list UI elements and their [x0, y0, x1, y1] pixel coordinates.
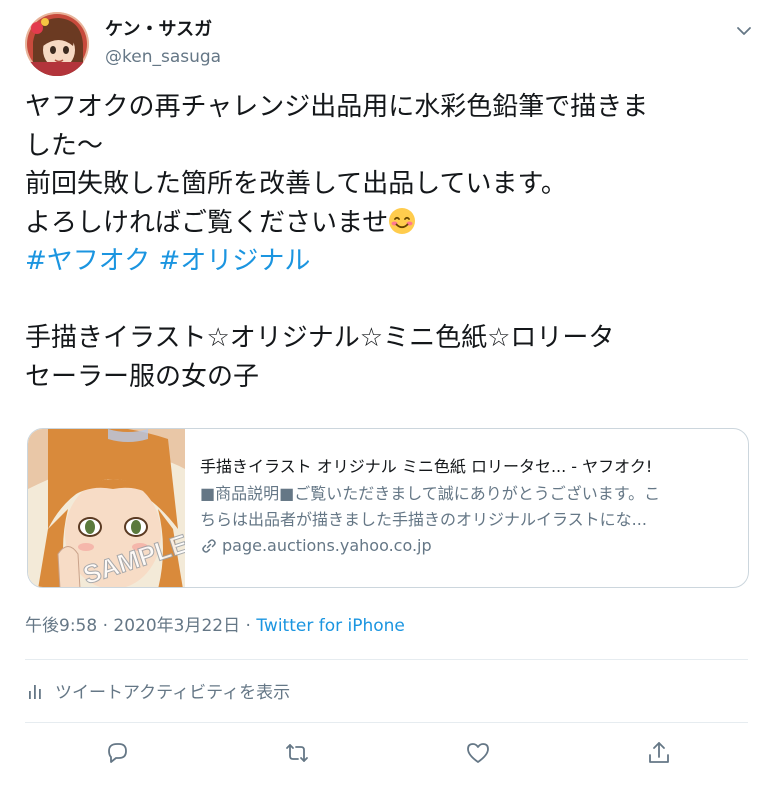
tweet-line: セーラー服の女の子 [25, 361, 260, 392]
smiling-face-with-blush-emoji [389, 207, 416, 234]
tweet-source-link[interactable]: Twitter for iPhone [256, 616, 405, 636]
link-preview-card[interactable]: SAMPLE 手描きイラスト オリジナル ミニ色紙 ロリータセ... - ヤフオ… [27, 428, 749, 588]
hashtag-line: #ヤフオク #オリジナル [25, 242, 750, 281]
avatar[interactable] [25, 12, 89, 76]
hashtag-link[interactable]: #オリジナル [159, 246, 311, 276]
tweet-time[interactable]: 午後9:58 [25, 616, 97, 636]
chevron-down-icon[interactable] [733, 20, 755, 42]
tweet-activity-link[interactable]: ツイートアクティビティを表示 [27, 678, 290, 703]
card-title: 手描きイラスト オリジナル ミニ色紙 ロリータセ... - ヤフオク! [200, 457, 653, 476]
card-url-text: page.auctions.yahoo.co.jp [222, 536, 432, 555]
card-thumbnail: SAMPLE [28, 429, 185, 587]
tweet-line-with-emoji: よろしければご覧くださいませ [25, 204, 750, 243]
share-icon[interactable] [644, 738, 674, 768]
tweet-line: よろしければご覧くださいませ [25, 207, 389, 238]
divider [25, 722, 748, 723]
user-names: ケン・サスガ @ken_sasuga [105, 18, 221, 70]
bar-chart-icon [29, 684, 41, 699]
card-body: 手描きイラスト オリジナル ミニ色紙 ロリータセ... - ヤフオク! ■商品説… [200, 455, 740, 559]
divider [25, 659, 748, 660]
card-url: page.auctions.yahoo.co.jp [200, 533, 740, 559]
tweet-line: した～ [25, 130, 104, 161]
tweet-date[interactable]: 2020年3月22日 [113, 616, 240, 636]
tweet-text: ヤフオクの再チャレンジ出品用に水彩色鉛筆で描きま した～ 前回失敗した箇所を改善… [25, 88, 750, 396]
action-bar [0, 738, 768, 772]
card-description-line: ちらは出品者が描きました手描きのオリジナルイラストにな... [200, 510, 647, 529]
tweet-header: ケン・サスガ @ken_sasuga [25, 12, 755, 78]
link-icon [202, 539, 216, 553]
meta-separator: · [240, 616, 257, 636]
tweet-meta: 午後9:58 · 2020年3月22日 · Twitter for iPhone [25, 614, 405, 638]
card-description-line: ■商品説明■ご覧いただきまして誠にありがとうございます。こ [200, 484, 661, 503]
meta-separator: · [97, 616, 114, 636]
card-description: ■商品説明■ご覧いただきまして誠にありがとうございます。こ ちらは出品者が描きま… [200, 481, 740, 533]
tweet-line: ヤフオクの再チャレンジ出品用に水彩色鉛筆で描きま [25, 92, 649, 122]
tweet-line: 前回失敗した箇所を改善して出品しています。 [25, 169, 567, 199]
tweet-line: 手描きイラスト☆オリジナル☆ミニ色紙☆ロリータ [25, 323, 615, 353]
user-handle[interactable]: @ken_sasuga [105, 44, 221, 70]
reply-icon[interactable] [102, 738, 132, 768]
display-name[interactable]: ケン・サスガ [105, 18, 221, 42]
retweet-icon[interactable] [282, 738, 312, 768]
heart-icon[interactable] [463, 738, 493, 768]
hashtag-link[interactable]: #ヤフオク [25, 246, 150, 276]
tweet-activity-label: ツイートアクティビティを表示 [55, 683, 291, 703]
